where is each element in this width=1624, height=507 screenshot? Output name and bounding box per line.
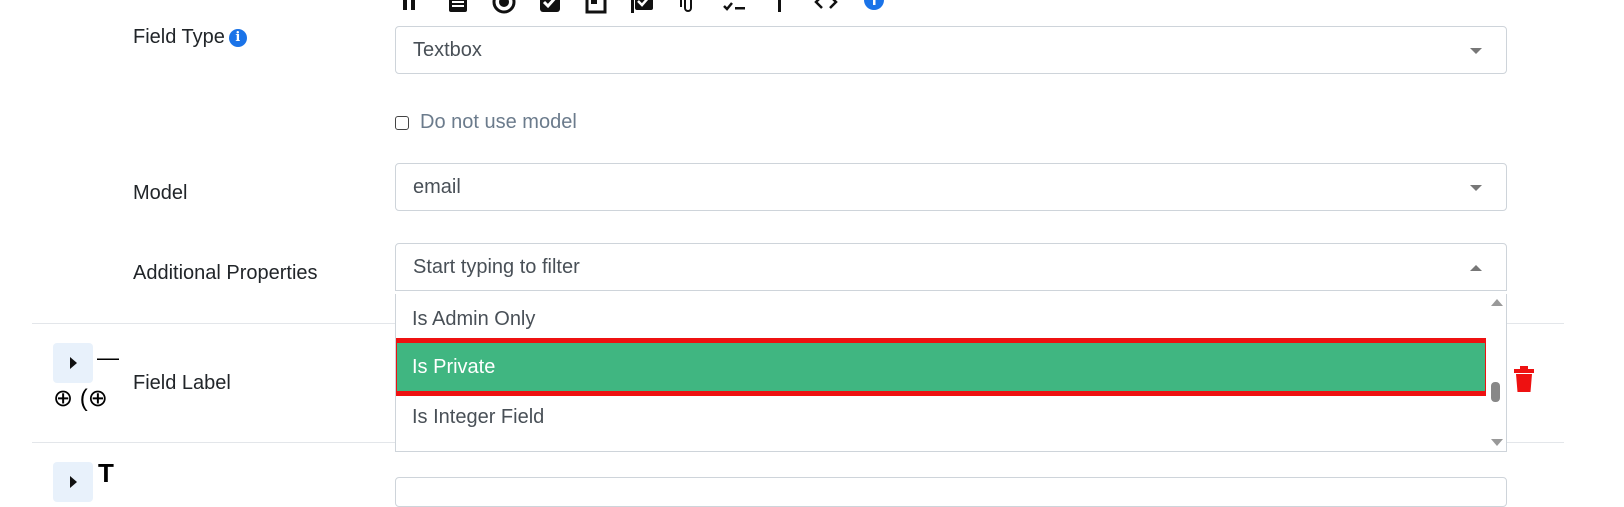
additional-properties-label: Additional Properties: [133, 262, 318, 284]
do-not-use-model-checkbox[interactable]: [395, 116, 409, 130]
field-label-label: Field Label: [133, 372, 231, 394]
model-select[interactable]: email: [395, 163, 1507, 211]
info-icon[interactable]: [862, 0, 886, 14]
scroll-up-icon[interactable]: [1491, 299, 1503, 306]
add-field-icon[interactable]: ⊕ (⊕: [53, 384, 108, 413]
chevron-down-icon: [1470, 185, 1482, 191]
attachment-icon[interactable]: [676, 0, 700, 14]
model-value: email: [413, 176, 461, 198]
option-is-integer-field[interactable]: Is Integer Field: [396, 392, 1486, 442]
field-type-label: Field Type: [133, 26, 225, 48]
option-is-admin-only[interactable]: Is Admin Only: [396, 294, 1486, 344]
caret-right-icon: [70, 476, 77, 488]
info-icon[interactable]: i: [228, 29, 247, 47]
checkbox-icon[interactable]: [538, 0, 562, 14]
scroll-down-icon[interactable]: [1491, 439, 1503, 446]
text-format-icon[interactable]: [400, 0, 424, 14]
checklist-icon[interactable]: [722, 0, 746, 14]
caret-right-icon: [70, 357, 77, 369]
additional-properties-placeholder: Start typing to filter: [413, 256, 580, 278]
trash-icon[interactable]: [1514, 366, 1534, 392]
additional-properties-filter-input[interactable]: Start typing to filter: [395, 243, 1507, 291]
scrollbar-thumb[interactable]: [1491, 382, 1500, 402]
drag-handle-icon[interactable]: —: [97, 345, 119, 371]
field-type-select[interactable]: Textbox: [395, 26, 1507, 74]
option-is-private[interactable]: Is Private: [396, 338, 1490, 396]
dropdown-scrollbar[interactable]: [1486, 294, 1506, 451]
field-type-label-group: Field Type i: [133, 25, 247, 49]
layout-icon[interactable]: [584, 0, 608, 14]
additional-properties-dropdown: Is Admin Only Is Private Is Integer Fiel…: [395, 294, 1507, 452]
field-type-value: Textbox: [413, 39, 482, 61]
text-cursor-icon[interactable]: [768, 0, 792, 14]
multi-check-icon[interactable]: [630, 0, 654, 14]
chevron-up-icon: [1470, 265, 1482, 271]
code-icon[interactable]: [814, 0, 838, 14]
model-label: Model: [133, 182, 188, 204]
expand-row-button[interactable]: [53, 343, 93, 383]
radio-icon[interactable]: [492, 0, 516, 14]
document-icon[interactable]: [446, 0, 470, 14]
expand-row-button[interactable]: [53, 462, 93, 502]
do-not-use-model-label[interactable]: Do not use model: [420, 111, 577, 134]
text-type-icon: T: [98, 458, 114, 488]
chevron-down-icon: [1470, 48, 1482, 54]
row3-select[interactable]: [395, 477, 1507, 507]
